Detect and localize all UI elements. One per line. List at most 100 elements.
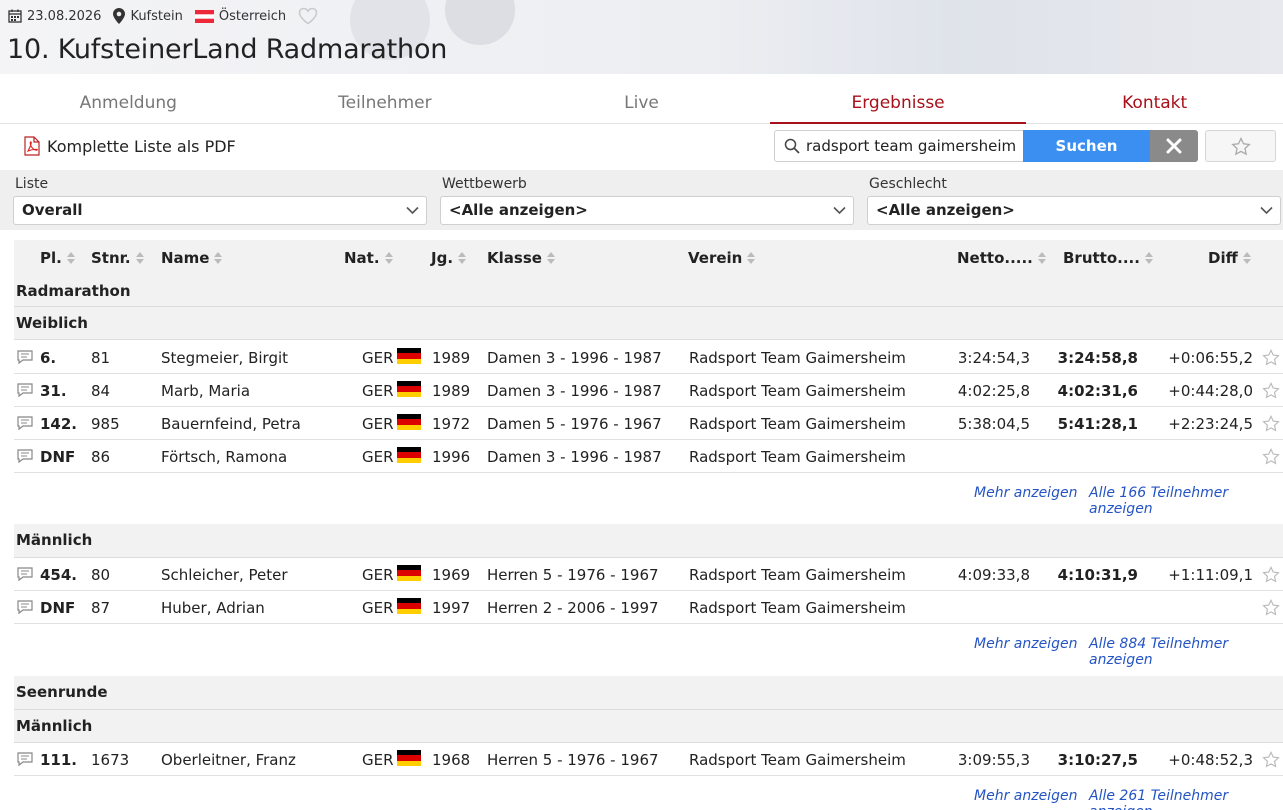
show-all-link[interactable]: Alle 261 Teilnehmer anzeigen	[1089, 788, 1283, 810]
date-text: 23.08.2026	[27, 8, 102, 24]
net-time: 4:02:25,8	[957, 382, 1030, 400]
star-icon[interactable]	[1262, 566, 1280, 583]
comment-icon[interactable]	[17, 567, 33, 582]
column-header-pl[interactable]: Pl.	[40, 249, 75, 267]
start-number: 1673	[91, 751, 130, 769]
comment-icon[interactable]	[17, 600, 33, 615]
pdf-icon	[24, 136, 40, 156]
table-row[interactable]: 6. 81 Stegmeier, Birgit GER 1989 Damen 3 - 19…	[14, 341, 1283, 374]
time-diff: +1:11:09,1	[1168, 566, 1253, 584]
germany-flag-icon	[397, 750, 421, 766]
star-icon[interactable]	[1262, 349, 1280, 366]
nationality: GER	[362, 349, 394, 367]
event-meta: 23.08.2026 Kufstein Österreich	[8, 7, 323, 25]
gross-time: 4:10:31,9	[1057, 566, 1138, 584]
comment-icon[interactable]	[17, 752, 33, 767]
show-more-link[interactable]: Mehr anzeigen	[974, 636, 1077, 652]
list-filter: Liste Overall	[13, 176, 427, 225]
event-country: Österreich	[194, 9, 286, 24]
main-tabs: Anmeldung Teilnehmer Live Ergebnisse Kon…	[0, 84, 1283, 124]
show-more-link[interactable]: Mehr anzeigen	[974, 788, 1077, 804]
star-icon[interactable]	[1262, 448, 1280, 465]
nationality: GER	[362, 415, 394, 433]
column-label: Diff	[1208, 249, 1238, 267]
show-more-link[interactable]: Mehr anzeigen	[974, 485, 1077, 501]
competition-select[interactable]: <Alle anzeigen>	[440, 196, 854, 225]
column-label: Netto.....	[957, 249, 1033, 267]
table-row[interactable]: 111. 1673 Oberleitner, Franz GER 1968 Herren …	[14, 743, 1283, 776]
table-row[interactable]: DNF 87 Huber, Adrian GER 1997 Herren 2 - 2006…	[14, 591, 1283, 624]
clear-search-button[interactable]	[1150, 130, 1198, 162]
class: Herren 5 - 1976 - 1967	[487, 751, 659, 769]
column-header-jg[interactable]: Jg.	[431, 249, 467, 267]
group-header-radmarathon: Radmarathon	[14, 276, 1283, 307]
list-select-value: Overall	[22, 201, 83, 219]
pdf-link-label: Komplette Liste als PDF	[47, 136, 236, 156]
comment-icon[interactable]	[17, 416, 33, 431]
birth-year: 1972	[432, 415, 471, 433]
filter-bar: Liste Overall Wettbewerb <Alle anzeigen>…	[0, 170, 1283, 230]
gross-time: 3:24:58,8	[1057, 349, 1138, 367]
table-row[interactable]: DNF 86 Förtsch, Ramona GER 1996 Damen 3 - 199…	[14, 440, 1283, 473]
column-label: Nat.	[344, 249, 380, 267]
participant-name[interactable]: Bauernfeind, Petra	[161, 415, 301, 433]
participant-name[interactable]: Oberleitner, Franz	[161, 751, 296, 769]
column-header-verein[interactable]: Verein	[688, 249, 756, 267]
show-all-link[interactable]: Alle 884 Teilnehmer anzeigen	[1089, 636, 1283, 668]
germany-flag-icon	[397, 381, 421, 397]
class: Herren 2 - 2006 - 1997	[487, 599, 659, 617]
club: Radsport Team Gaimersheim	[689, 599, 906, 617]
list-select[interactable]: Overall	[13, 196, 427, 225]
search-box	[774, 130, 1024, 162]
club: Radsport Team Gaimersheim	[689, 751, 906, 769]
participant-name[interactable]: Huber, Adrian	[161, 599, 265, 617]
table-row[interactable]: 142. 985 Bauernfeind, Petra GER 1972 Damen 5 …	[14, 407, 1283, 440]
sort-icon	[546, 252, 555, 264]
gross-time: 5:41:28,1	[1057, 415, 1138, 433]
tab-anmeldung[interactable]: Anmeldung	[0, 84, 257, 123]
participant-name[interactable]: Marb, Maria	[161, 382, 250, 400]
location-pin-icon	[113, 8, 126, 24]
participant-name[interactable]: Stegmeier, Birgit	[161, 349, 288, 367]
column-header-stnr[interactable]: Stnr.	[91, 249, 144, 267]
start-number: 84	[91, 382, 111, 400]
column-header-diff[interactable]: Diff	[1208, 249, 1251, 267]
place: 454.	[40, 566, 78, 584]
net-time: 3:09:55,3	[957, 751, 1030, 769]
table-row[interactable]: 454. 80 Schleicher, Peter GER 1969 Herren 5 -…	[14, 558, 1283, 591]
sort-icon	[1037, 252, 1046, 264]
star-icon[interactable]	[1262, 599, 1280, 616]
column-header-klasse[interactable]: Klasse	[487, 249, 555, 267]
table-row[interactable]: 31. 84 Marb, Maria GER 1989 Damen 3 - 1996 - …	[14, 374, 1283, 407]
heart-icon[interactable]	[298, 7, 318, 25]
column-header-name[interactable]: Name	[161, 249, 223, 267]
participant-name[interactable]: Schleicher, Peter	[161, 566, 288, 584]
star-icon[interactable]	[1262, 751, 1280, 768]
star-icon[interactable]	[1262, 415, 1280, 432]
place: 111.	[40, 751, 78, 769]
tab-ergebnisse[interactable]: Ergebnisse	[769, 84, 1027, 124]
birth-year: 1997	[432, 599, 471, 617]
search-button[interactable]: Suchen	[1023, 130, 1150, 162]
participant-name[interactable]: Förtsch, Ramona	[161, 448, 287, 466]
column-header-netto[interactable]: Netto.....	[957, 249, 1046, 267]
favorites-button[interactable]	[1205, 130, 1276, 162]
sort-icon	[1144, 252, 1153, 264]
tab-kontakt[interactable]: Kontakt	[1026, 84, 1283, 123]
tab-teilnehmer[interactable]: Teilnehmer	[257, 84, 514, 123]
search-input[interactable]	[806, 137, 1016, 155]
column-label: Pl.	[40, 249, 62, 267]
gender-filter: Geschlecht <Alle anzeigen>	[867, 176, 1281, 225]
tab-live[interactable]: Live	[513, 84, 770, 123]
column-header-nat[interactable]: Nat.	[344, 249, 393, 267]
start-number: 80	[91, 566, 111, 584]
gender-select[interactable]: <Alle anzeigen>	[867, 196, 1281, 225]
star-icon[interactable]	[1262, 382, 1280, 399]
event-location: Kufstein	[113, 8, 183, 24]
comment-icon[interactable]	[17, 449, 33, 464]
comment-icon[interactable]	[17, 383, 33, 398]
pdf-download-link[interactable]: Komplette Liste als PDF	[23, 136, 236, 156]
show-all-link[interactable]: Alle 166 Teilnehmer anzeigen	[1089, 485, 1283, 517]
comment-icon[interactable]	[17, 350, 33, 365]
column-header-brutto[interactable]: Brutto....	[1063, 249, 1153, 267]
